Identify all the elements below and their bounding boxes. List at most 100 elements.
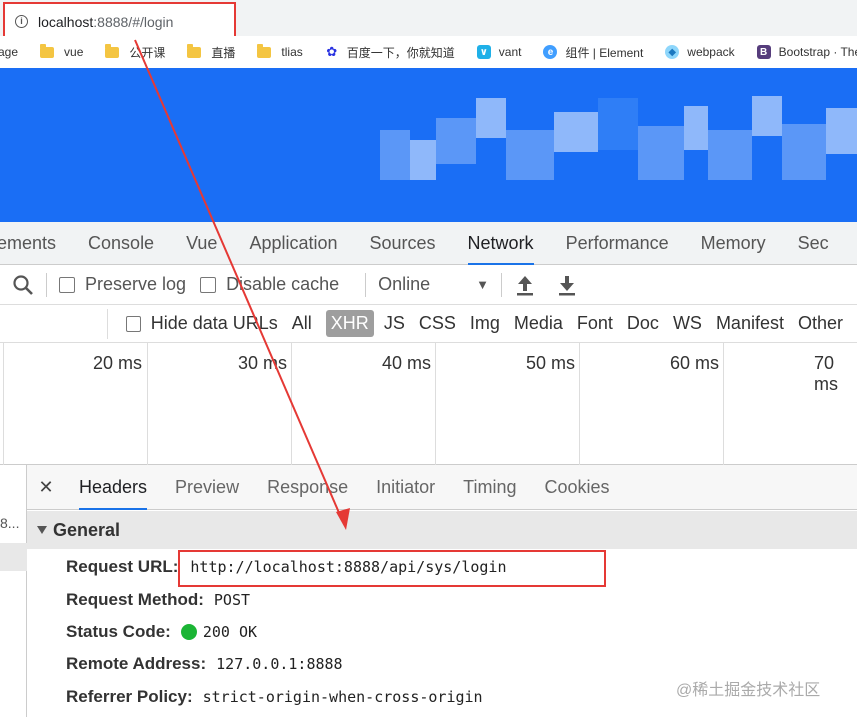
timeline-label: 70 ms bbox=[814, 353, 838, 394]
filter-ws[interactable]: WS bbox=[673, 313, 702, 334]
timeline-gridline bbox=[147, 343, 148, 465]
url-host: localhost bbox=[38, 13, 94, 30]
bookmark-element[interactable]: e 组件 | Element bbox=[543, 44, 643, 61]
bookmark-zhibo[interactable]: 直播 bbox=[187, 43, 235, 61]
header-key: Request Method: bbox=[66, 590, 204, 609]
search-icon[interactable] bbox=[12, 274, 34, 296]
bookmark-gongkaike[interactable]: 公开课 bbox=[105, 43, 165, 61]
bookmark-bootstrap[interactable]: BBootstrap · The m bbox=[756, 45, 857, 59]
filter-all[interactable]: All bbox=[292, 313, 312, 334]
timeline-gridline bbox=[3, 343, 4, 465]
timeline-gridline bbox=[291, 343, 292, 465]
url-path: :8888/#/login bbox=[93, 13, 174, 30]
hide-data-urls-checkbox[interactable] bbox=[125, 315, 141, 332]
import-har-icon[interactable] bbox=[514, 273, 536, 297]
request-url-value: http://localhost:8888/api/sys/login bbox=[190, 558, 507, 576]
header-key: Referrer Policy: bbox=[66, 687, 193, 706]
tab-network[interactable]: Network bbox=[467, 222, 534, 265]
tab-vue[interactable]: Vue bbox=[186, 222, 217, 265]
request-detail-tabs: ✕ Headers Preview Response Initiator Tim… bbox=[27, 465, 857, 510]
bootstrap-logo-icon: B bbox=[756, 45, 771, 59]
page-content-blurred bbox=[0, 68, 857, 222]
webpack-logo-icon: ◆ bbox=[665, 45, 680, 59]
filter-css[interactable]: CSS bbox=[419, 313, 456, 334]
timeline-label: 20 ms bbox=[93, 353, 143, 373]
filter-doc[interactable]: Doc bbox=[627, 313, 659, 334]
status-code-row: Status Code: 200 OK bbox=[66, 618, 257, 646]
preserve-log-label: Preserve log bbox=[85, 274, 187, 294]
bookmark-tlias[interactable]: tlias bbox=[257, 43, 303, 59]
folder-icon bbox=[187, 43, 202, 58]
vant-logo-icon: ∨ bbox=[476, 45, 491, 59]
tab-timing[interactable]: Timing bbox=[463, 465, 516, 510]
bookmark-age[interactable]: age bbox=[0, 45, 18, 59]
tab-sources[interactable]: Sources bbox=[370, 222, 436, 265]
toolbar-divider bbox=[365, 272, 367, 297]
filter-manifest[interactable]: Manifest bbox=[716, 313, 784, 334]
filter-js[interactable]: JS bbox=[384, 313, 405, 334]
bookmark-vant[interactable]: ∨ vant bbox=[476, 45, 521, 59]
tab-headers[interactable]: Headers bbox=[79, 465, 148, 510]
devtools-tab-bar: ements Console Vue Application Sources N… bbox=[0, 222, 857, 265]
toolbar-divider bbox=[46, 272, 47, 297]
tab-application[interactable]: Application bbox=[249, 222, 337, 265]
toolbar-divider bbox=[501, 272, 503, 297]
tab-performance[interactable]: Performance bbox=[566, 222, 669, 265]
request-list: 8... bbox=[0, 465, 27, 717]
header-key: Request URL: bbox=[66, 557, 179, 576]
network-toolbar: Preserve log Disable cache Online ▼ bbox=[0, 265, 857, 305]
filter-input[interactable] bbox=[0, 308, 108, 339]
bookmark-baidu[interactable]: ✿ 百度一下，你就知道 bbox=[325, 44, 454, 61]
export-har-icon[interactable] bbox=[556, 273, 578, 297]
address-bar-row: i localhost:8888/#/login bbox=[0, 0, 857, 41]
general-section-header[interactable]: General bbox=[27, 511, 857, 549]
filter-font[interactable]: Font bbox=[577, 313, 613, 334]
throttling-select[interactable]: Online bbox=[378, 274, 430, 295]
bookmark-vue[interactable]: vue bbox=[40, 43, 83, 59]
request-method-value: POST bbox=[213, 591, 251, 609]
folder-icon bbox=[257, 43, 272, 58]
tab-initiator[interactable]: Initiator bbox=[376, 465, 435, 510]
watermark: @稀土掘金技术社区 bbox=[676, 682, 821, 699]
timeline-label: 50 ms bbox=[526, 353, 576, 373]
folder-icon bbox=[40, 43, 55, 58]
request-url-row: Request URL: http://localhost:8888/api/s… bbox=[66, 553, 506, 581]
chevron-down-icon[interactable]: ▼ bbox=[476, 277, 489, 292]
remote-address-row: Remote Address: 127.0.0.1:8888 bbox=[66, 650, 343, 678]
tab-security[interactable]: Sec bbox=[798, 222, 829, 265]
status-code-value: 200 OK bbox=[202, 623, 258, 641]
timeline-gridline bbox=[579, 343, 580, 465]
header-key: Status Code: bbox=[66, 622, 171, 641]
filter-other[interactable]: Other bbox=[798, 313, 843, 334]
remote-address-value: 127.0.0.1:8888 bbox=[216, 655, 343, 673]
tab-console[interactable]: Console bbox=[88, 222, 154, 265]
disable-cache-checkbox[interactable] bbox=[200, 276, 217, 293]
tab-response[interactable]: Response bbox=[267, 465, 348, 510]
header-key: Remote Address: bbox=[66, 654, 207, 673]
folder-icon bbox=[105, 43, 120, 58]
baidu-paw-icon: ✿ bbox=[326, 44, 338, 59]
request-row[interactable]: 8... bbox=[0, 515, 27, 543]
status-ok-icon bbox=[180, 624, 197, 640]
referrer-policy-value: strict-origin-when-cross-origin bbox=[202, 688, 483, 706]
hide-data-urls-label: Hide data URLs bbox=[150, 313, 278, 333]
timeline-overview[interactable]: 20 ms 30 ms 40 ms 50 ms 60 ms 70 ms bbox=[0, 343, 857, 465]
bookmark-webpack[interactable]: ◆ webpack bbox=[665, 45, 735, 59]
close-icon[interactable]: ✕ bbox=[27, 477, 65, 498]
request-row-selected[interactable] bbox=[0, 543, 27, 571]
filter-media[interactable]: Media bbox=[514, 313, 563, 334]
request-method-row: Request Method: POST bbox=[66, 586, 250, 614]
filter-img[interactable]: Img bbox=[470, 313, 500, 334]
timeline-gridline bbox=[723, 343, 724, 465]
triangle-down-icon bbox=[37, 526, 47, 534]
preserve-log-checkbox[interactable] bbox=[59, 276, 75, 293]
tab-cookies[interactable]: Cookies bbox=[545, 465, 610, 510]
tab-preview[interactable]: Preview bbox=[175, 465, 239, 510]
tab-elements[interactable]: ements bbox=[0, 222, 56, 265]
referrer-policy-row: Referrer Policy: strict-origin-when-cros… bbox=[66, 683, 483, 711]
info-icon[interactable]: i bbox=[15, 15, 28, 28]
timeline-label: 60 ms bbox=[670, 353, 720, 373]
filter-xhr[interactable]: XHR bbox=[325, 310, 374, 337]
tab-memory[interactable]: Memory bbox=[701, 222, 766, 265]
filter-bar: Hide data URLs All XHR JS CSS Img Media … bbox=[0, 305, 857, 343]
